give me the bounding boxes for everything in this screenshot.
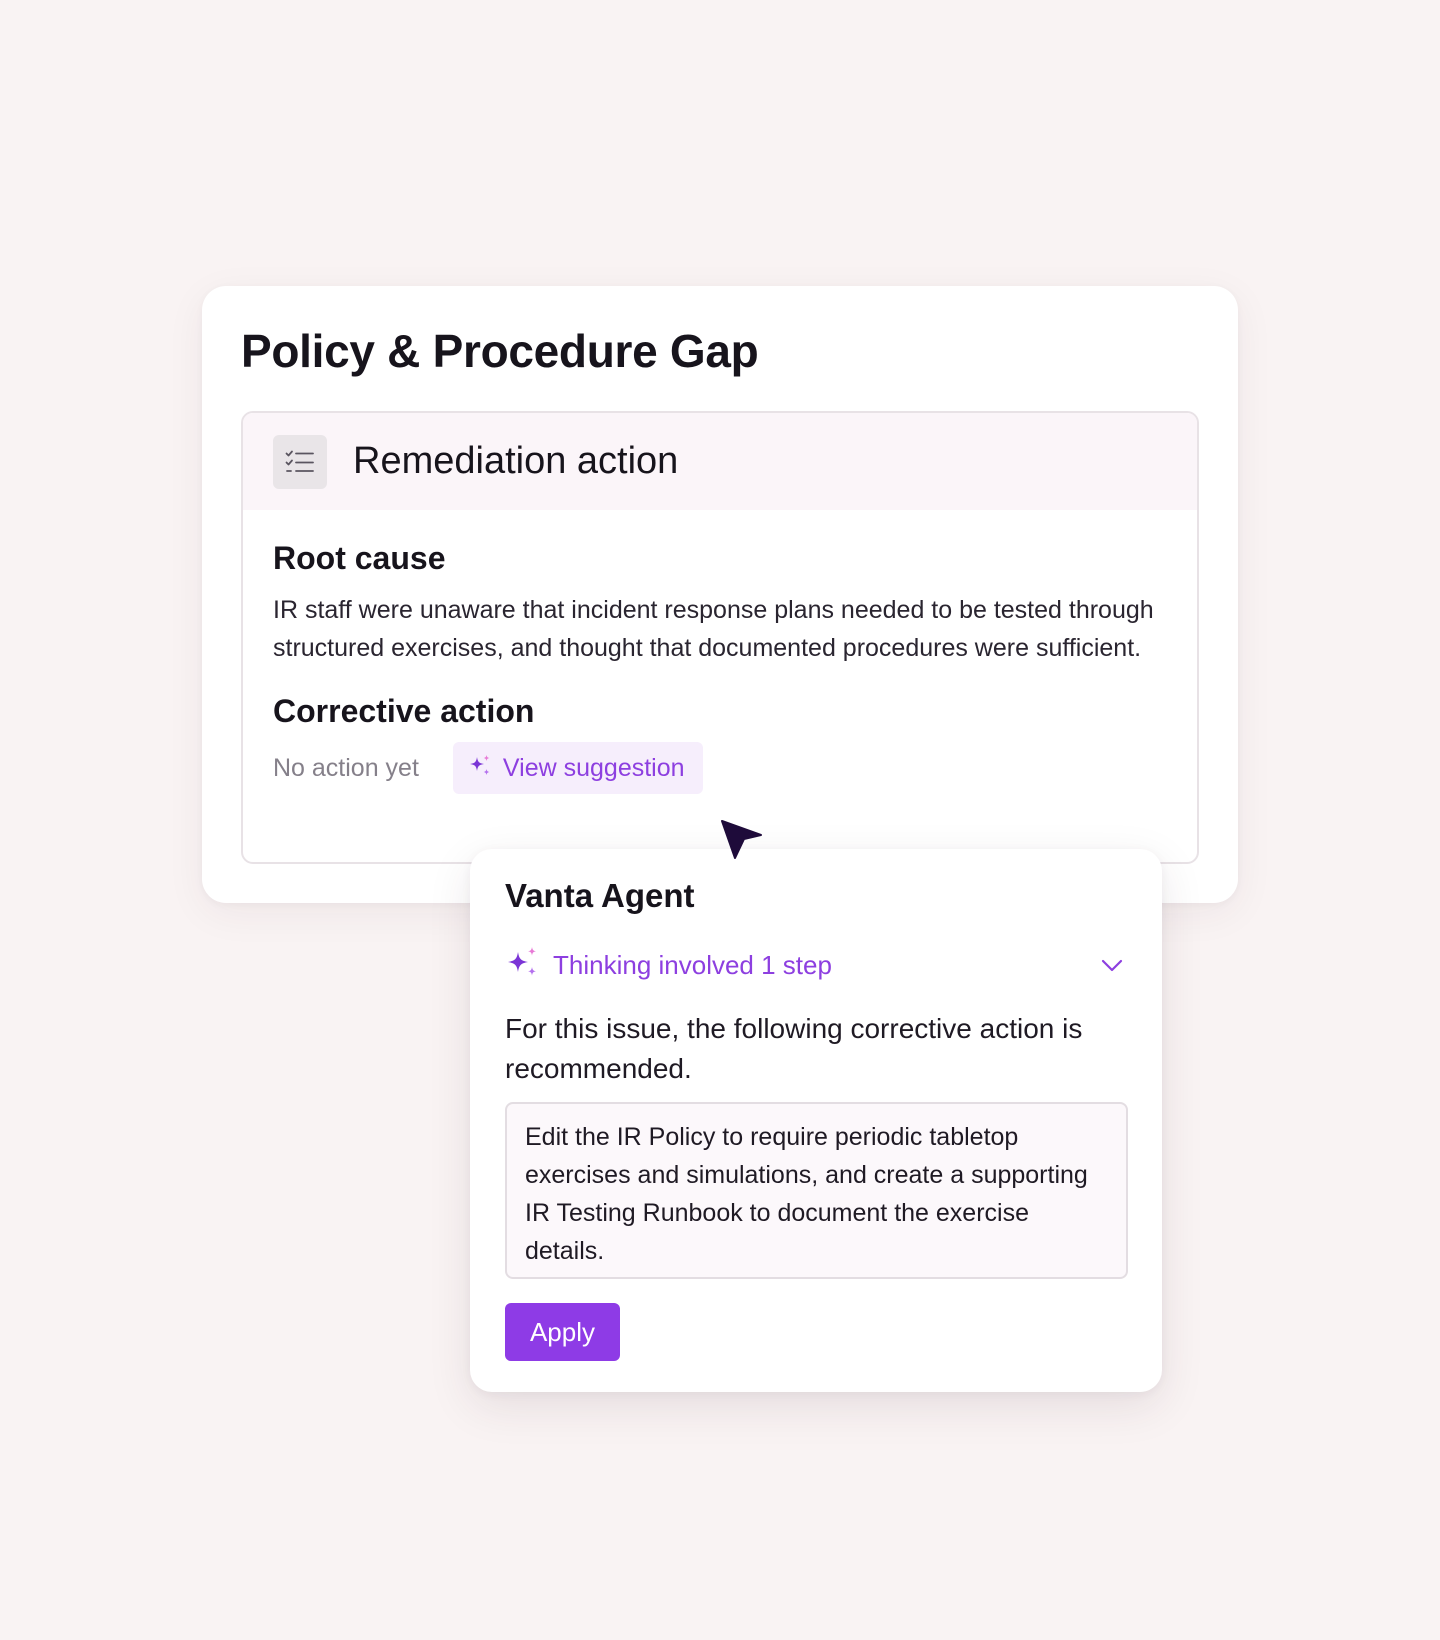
root-cause-text: IR staff were unaware that incident resp… bbox=[273, 596, 1154, 662]
sparkle-icon bbox=[467, 753, 493, 784]
remediation-panel: Remediation action Root cause IR staff w… bbox=[241, 411, 1199, 864]
suggestion-text-box: Edit the IR Policy to require periodic t… bbox=[505, 1102, 1128, 1279]
view-suggestion-label: View suggestion bbox=[502, 753, 685, 782]
agent-popup: Vanta Agent Thinking involved 1 step For… bbox=[470, 849, 1162, 1392]
chevron-down-icon[interactable] bbox=[1099, 952, 1125, 978]
incident-card: Policy & Procedure Gap Remediation actio… bbox=[202, 286, 1238, 903]
sparkle-icon bbox=[505, 945, 541, 986]
corrective-action-heading: Corrective action bbox=[273, 693, 535, 729]
apply-button[interactable]: Apply bbox=[505, 1303, 620, 1361]
corrective-action-status: No action yet bbox=[273, 753, 419, 782]
remediation-title: Remediation action bbox=[353, 440, 679, 482]
checklist-icon bbox=[273, 434, 327, 489]
root-cause-heading: Root cause bbox=[273, 540, 446, 576]
mouse-cursor-icon bbox=[720, 818, 764, 862]
remediation-body: Root cause IR staff were unaware that in… bbox=[243, 510, 1197, 794]
remediation-header: Remediation action bbox=[243, 413, 1197, 510]
thinking-toggle[interactable]: Thinking involved 1 step bbox=[505, 945, 1125, 985]
card-title: Policy & Procedure Gap bbox=[241, 325, 759, 377]
agent-title: Vanta Agent bbox=[505, 877, 695, 914]
recommendation-intro: For this issue, the following corrective… bbox=[505, 1013, 1083, 1084]
thinking-label: Thinking involved 1 step bbox=[553, 949, 832, 980]
view-suggestion-button[interactable]: View suggestion bbox=[452, 742, 703, 794]
corrective-action-row: No action yet View suggestion bbox=[273, 742, 1167, 794]
